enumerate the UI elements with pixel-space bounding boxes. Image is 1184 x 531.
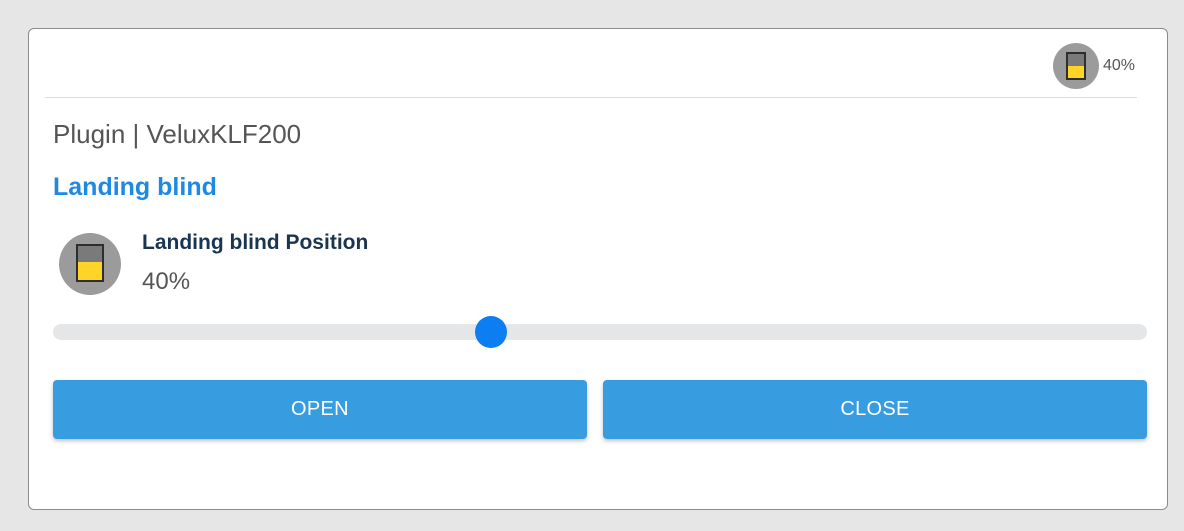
- open-button[interactable]: OPEN: [53, 380, 587, 439]
- blind-icon: [59, 233, 121, 295]
- header-status-value: 40%: [1102, 57, 1135, 74]
- slider-thumb[interactable]: [474, 316, 507, 348]
- blind-fill: [1067, 65, 1084, 78]
- position-value: 40%: [142, 268, 191, 295]
- position-slider[interactable]: [53, 316, 1147, 348]
- blind-icon: [1052, 43, 1099, 89]
- close-button[interactable]: CLOSE: [603, 380, 1147, 439]
- device-title: Landing blind: [53, 173, 217, 201]
- blind-frame: [1065, 52, 1086, 80]
- blind-frame: [76, 244, 104, 282]
- plugin-label: Plugin | VeluxKLF200: [53, 119, 302, 149]
- blind-fill: [78, 262, 102, 280]
- position-label: Landing blind Position: [142, 231, 369, 254]
- device-card: 40% Plugin | VeluxKLF200 Landing blind L…: [28, 28, 1168, 510]
- header-status: 40%: [1052, 43, 1135, 89]
- card-header: 40%: [45, 29, 1137, 98]
